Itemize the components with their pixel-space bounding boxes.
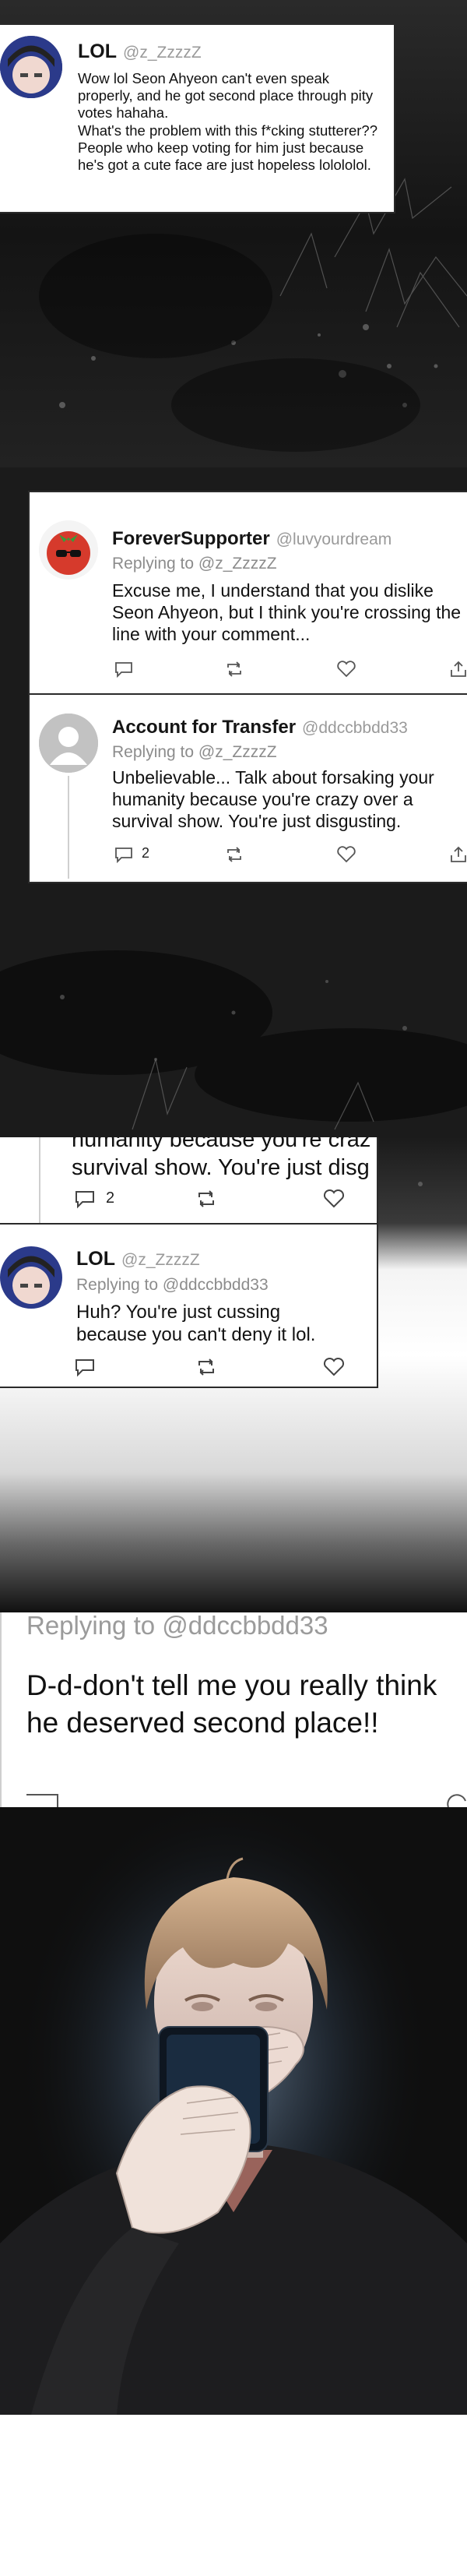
tweet-actions [30,657,467,681]
author-name: LOL [76,1248,115,1270]
character-illustration [0,1807,467,2415]
author-handle: @luvyourdream [276,530,392,548]
tweet-text: D-d-don't tell me you really think he de… [26,1669,437,1739]
reply-button[interactable] [112,843,135,866]
reply-button[interactable] [73,1187,97,1210]
tweet-author[interactable]: ForeverSupporter @luvyourdream [112,528,392,550]
panel-2: ForeverSupporter @luvyourdream Replying t… [0,467,467,1137]
replying-to: Replying to @z_ZzzzZ [112,555,277,573]
reply-count: 2 [142,845,150,861]
author-name: LOL [78,41,117,62]
retweet-icon [198,1190,214,1207]
panel-4: Replying to @ddccbbdd33 D-d-don't tell m… [0,1612,467,1807]
reply-button[interactable] [73,1355,97,1379]
reply-button[interactable] [112,657,135,681]
reply-forever-supporter[interactable]: ForeverSupporter @luvyourdream Replying t… [30,492,467,693]
retweet-icon [227,661,241,677]
avatar-default[interactable] [39,714,98,773]
like-button[interactable] [322,1187,346,1210]
share-icon [451,846,466,862]
heart-icon[interactable] [445,1793,467,1807]
tomato-avatar-image [39,520,98,580]
retweet-button[interactable] [195,1355,218,1379]
reply-account-for-transfer[interactable]: Account for Transfer @ddccbbdd33 Replying… [30,695,467,883]
partial-tweet-text: survival show. You're just disg [72,1155,370,1180]
like-button[interactable] [322,1355,346,1379]
avatar-lol[interactable] [0,1246,62,1309]
avatar-lol-image [0,36,62,98]
comment-icon [115,662,132,678]
share-button[interactable] [447,657,467,681]
tweet-text: Excuse me, I understand that you dislike… [112,580,462,645]
comment-icon [75,1359,94,1377]
author-name: ForeverSupporter [112,528,270,549]
blank-gutter [0,2415,467,2576]
tweet-author[interactable]: LOL @z_ZzzzZ [76,1248,200,1270]
tweet-text: Unbelievable... Talk about forsaking you… [112,767,434,832]
heart-icon [337,661,356,678]
default-user-icon [39,714,98,773]
heart-icon [323,1357,345,1376]
author-handle: @ddccbbdd33 [302,719,408,737]
heart-icon [323,1189,345,1208]
comment-icon[interactable] [25,1793,59,1807]
avatar-lol-image [0,1246,62,1309]
author-handle: @z_ZzzzZ [121,1251,200,1269]
panel-1: LOL @z_ZzzzZ Wow lol Seon Ahyeon can't ev… [0,0,467,467]
retweet-icon [227,847,241,862]
panel-5 [0,1807,467,2415]
replying-to: Replying to @ddccbbdd33 [26,1612,328,1640]
like-button[interactable] [335,843,358,866]
share-button[interactable] [447,843,467,866]
panel-3: humanity because you're craz survival sh… [0,1137,467,1612]
partial-tweet-text: humanity because you're craz [72,1137,371,1152]
tweet-actions: 2 [30,843,467,866]
tweet-text: Wow lol Seon Ahyeon can't even speak pro… [78,70,378,173]
replying-to: Replying to @z_ZzzzZ [112,743,277,761]
replying-to: Replying to @ddccbbdd33 [76,1276,269,1294]
reply-thread-card: ForeverSupporter @luvyourdream Replying t… [28,491,467,883]
zoomed-reply-card: Replying to @ddccbbdd33 D-d-don't tell m… [0,1612,467,1807]
author-handle: @z_ZzzzZ [123,44,202,62]
heart-icon [337,846,356,863]
like-button[interactable] [335,657,358,681]
retweet-button[interactable] [195,1187,218,1210]
retweet-icon [198,1358,214,1376]
tweet-card-lol: LOL @z_ZzzzZ Wow lol Seon Ahyeon can't ev… [0,23,395,213]
avatar-tomato[interactable] [39,520,98,580]
tweet-actions [0,1355,377,1379]
share-icon [451,661,466,677]
tweet-author[interactable]: LOL @z_ZzzzZ [78,41,202,63]
comment-icon [75,1191,94,1209]
comment-icon [115,848,132,864]
tweet-text: Huh? You're just cussing because you can… [76,1302,316,1346]
retweet-button[interactable] [223,843,246,866]
tweet-actions: 2 [0,1187,377,1210]
tweet-author[interactable]: Account for Transfer @ddccbbdd33 [112,717,408,738]
zoomed-thread-card: humanity because you're craz survival sh… [0,1137,378,1388]
retweet-button[interactable] [223,657,246,681]
reply-lol[interactable]: LOL @z_ZzzzZ Replying to @ddccbbdd33 Huh?… [0,1225,377,1387]
avatar-lol[interactable] [0,36,62,98]
reply-count: 2 [106,1189,115,1207]
author-name: Account for Transfer [112,717,297,738]
